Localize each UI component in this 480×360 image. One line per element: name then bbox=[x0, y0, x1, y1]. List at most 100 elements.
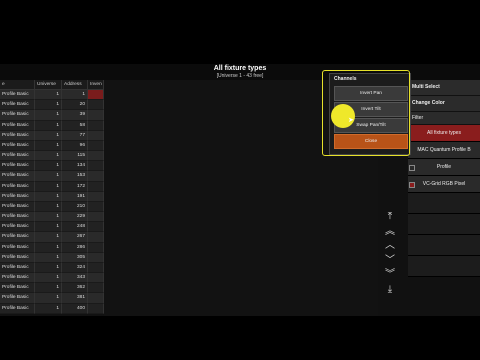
table-row[interactable]: Profile Basic 1 39 bbox=[0, 110, 104, 121]
cell-universe[interactable]: 1 bbox=[35, 140, 62, 152]
cell-address[interactable]: 305 bbox=[62, 252, 88, 263]
cell-invert[interactable] bbox=[88, 303, 104, 314]
cell-invert[interactable] bbox=[88, 171, 104, 182]
table-row[interactable]: Profile Basic 1 267 bbox=[0, 232, 104, 243]
cell-invert[interactable] bbox=[88, 252, 104, 263]
table-row[interactable]: Profile Basic 1 210 bbox=[0, 201, 104, 213]
cell-address[interactable]: 229 bbox=[62, 212, 88, 223]
cell-address[interactable]: 343 bbox=[62, 273, 88, 284]
cell-address[interactable]: 58 bbox=[62, 120, 88, 131]
table-row[interactable]: Profile Basic 1 381 bbox=[0, 293, 104, 304]
cell-universe[interactable]: 1 bbox=[35, 242, 62, 253]
table-row[interactable]: Profile Basic 1 20 bbox=[0, 100, 104, 111]
cell-address[interactable]: 362 bbox=[62, 283, 88, 294]
cell-type[interactable]: Profile Basic bbox=[0, 171, 35, 182]
cell-invert[interactable] bbox=[88, 273, 104, 284]
column-header-invert[interactable]: Inven bbox=[88, 80, 104, 89]
column-header-address[interactable]: Address bbox=[62, 80, 88, 89]
cell-type[interactable]: Profile Basic bbox=[0, 212, 35, 223]
filter-all-fixture-types[interactable]: All fixture types bbox=[408, 125, 480, 142]
table-row[interactable]: Profile Basic 1 248 bbox=[0, 222, 104, 233]
cell-address[interactable]: 400 bbox=[62, 303, 88, 314]
cell-invert[interactable] bbox=[88, 151, 104, 162]
cell-address[interactable]: 153 bbox=[62, 171, 88, 182]
cell-invert[interactable] bbox=[88, 100, 104, 111]
cell-universe[interactable]: 1 bbox=[35, 151, 62, 162]
cell-address[interactable]: 381 bbox=[62, 293, 88, 304]
cell-invert[interactable] bbox=[88, 120, 104, 131]
table-row[interactable]: Profile Basic 1 305 bbox=[0, 252, 104, 263]
cell-type[interactable]: Profile Basic bbox=[0, 130, 35, 141]
cell-invert[interactable] bbox=[88, 262, 104, 274]
cell-type[interactable]: Profile Basic bbox=[0, 252, 35, 263]
cell-type[interactable]: Profile Basic bbox=[0, 90, 35, 101]
cell-universe[interactable]: 1 bbox=[35, 283, 62, 294]
cell-type[interactable]: Profile Basic bbox=[0, 273, 35, 284]
cell-address[interactable]: 286 bbox=[62, 242, 88, 253]
cell-type[interactable]: Profile Basic bbox=[0, 161, 35, 172]
cell-invert[interactable] bbox=[88, 232, 104, 243]
table-row[interactable]: Profile Basic 1 286 bbox=[0, 242, 104, 253]
cell-type[interactable]: Profile Basic bbox=[0, 110, 35, 121]
cell-address[interactable]: 20 bbox=[62, 100, 88, 111]
cell-invert[interactable] bbox=[88, 212, 104, 223]
filter-vc-grid[interactable]: VC-Grid RGB Pixel bbox=[408, 176, 480, 193]
cell-universe[interactable]: 1 bbox=[35, 273, 62, 284]
cell-type[interactable]: Profile Basic bbox=[0, 242, 35, 253]
table-row[interactable]: Profile Basic 1 96 bbox=[0, 140, 104, 152]
table-row[interactable]: Profile Basic 1 77 bbox=[0, 130, 104, 141]
cell-invert[interactable] bbox=[88, 283, 104, 294]
table-row[interactable]: Profile Basic 1 400 bbox=[0, 303, 104, 314]
cell-address[interactable]: 134 bbox=[62, 161, 88, 172]
cell-address[interactable]: 191 bbox=[62, 191, 88, 202]
cell-universe[interactable]: 1 bbox=[35, 110, 62, 121]
cell-universe[interactable]: 1 bbox=[35, 252, 62, 263]
cell-address[interactable]: 172 bbox=[62, 181, 88, 192]
table-row[interactable]: Profile Basic 1 324 bbox=[0, 262, 104, 274]
cell-type[interactable]: Profile Basic bbox=[0, 181, 35, 192]
table-row[interactable]: Profile Basic 1 229 bbox=[0, 212, 104, 223]
cell-type[interactable]: Profile Basic bbox=[0, 191, 35, 202]
cell-type[interactable]: Profile Basic bbox=[0, 120, 35, 131]
scroll-bottom-icon[interactable]: ⤓ bbox=[381, 283, 399, 298]
cell-universe[interactable]: 1 bbox=[35, 232, 62, 243]
cell-type[interactable]: Profile Basic bbox=[0, 262, 35, 274]
page-down-icon[interactable]: ︾ bbox=[381, 268, 399, 283]
cell-invert[interactable] bbox=[88, 201, 104, 213]
cell-address[interactable]: 248 bbox=[62, 222, 88, 233]
cell-invert[interactable] bbox=[88, 130, 104, 141]
cell-address[interactable]: 210 bbox=[62, 201, 88, 213]
cell-type[interactable]: Profile Basic bbox=[0, 232, 35, 243]
cell-type[interactable]: Profile Basic bbox=[0, 201, 35, 213]
cell-type[interactable]: Profile Basic bbox=[0, 100, 35, 111]
scroll-up-icon[interactable]: ︿ bbox=[381, 239, 399, 254]
cell-type[interactable]: Profile Basic bbox=[0, 222, 35, 233]
table-row[interactable]: Profile Basic 1 58 bbox=[0, 120, 104, 131]
cell-universe[interactable]: 1 bbox=[35, 201, 62, 213]
filter-mac-quantum[interactable]: MAC Quantum Profile B bbox=[408, 142, 480, 159]
cell-universe[interactable]: 1 bbox=[35, 130, 62, 141]
table-row[interactable]: Profile Basic 1 191 bbox=[0, 191, 104, 202]
column-header-type[interactable]: e bbox=[0, 80, 35, 89]
table-row[interactable]: Profile Basic 1 1 bbox=[0, 90, 104, 101]
table-row[interactable]: Profile Basic 1 153 bbox=[0, 171, 104, 182]
cell-invert[interactable] bbox=[88, 110, 104, 121]
cell-type[interactable]: Profile Basic bbox=[0, 151, 35, 162]
cell-universe[interactable]: 1 bbox=[35, 90, 62, 101]
cell-universe[interactable]: 1 bbox=[35, 181, 62, 192]
cell-address[interactable]: 1 bbox=[62, 90, 88, 101]
cell-universe[interactable]: 1 bbox=[35, 222, 62, 233]
table-row[interactable]: Profile Basic 1 172 bbox=[0, 181, 104, 192]
cell-type[interactable]: Profile Basic bbox=[0, 303, 35, 314]
cell-universe[interactable]: 1 bbox=[35, 191, 62, 202]
column-header-universe[interactable]: Universe bbox=[35, 80, 62, 89]
cell-invert[interactable] bbox=[88, 242, 104, 253]
cell-universe[interactable]: 1 bbox=[35, 100, 62, 111]
cell-universe[interactable]: 1 bbox=[35, 303, 62, 314]
cell-invert[interactable] bbox=[88, 222, 104, 233]
scroll-top-icon[interactable]: ⤒ bbox=[381, 210, 399, 225]
scroll-down-icon[interactable]: ﹀ bbox=[381, 254, 399, 269]
cell-invert[interactable] bbox=[88, 140, 104, 152]
cell-invert[interactable] bbox=[88, 181, 104, 192]
table-row[interactable]: Profile Basic 1 115 bbox=[0, 151, 104, 162]
